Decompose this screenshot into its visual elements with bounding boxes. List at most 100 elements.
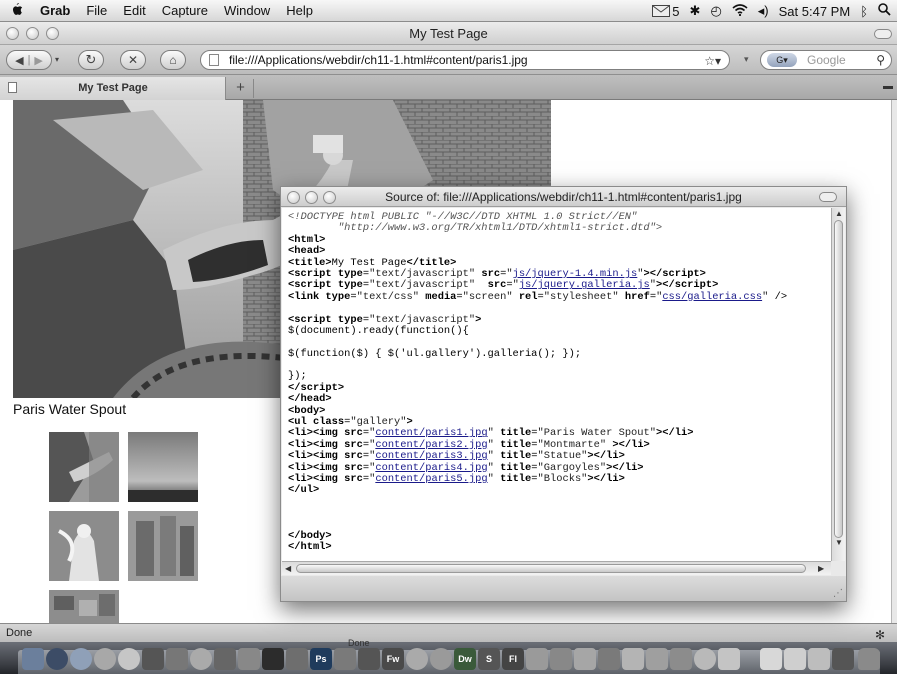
document-icon-2[interactable] <box>784 648 806 670</box>
contacts-icon[interactable] <box>430 648 452 670</box>
dropdown-icon[interactable]: ▾ <box>744 54 749 65</box>
app-icon-2[interactable] <box>574 648 596 670</box>
stop-button[interactable]: ✕ <box>120 50 146 70</box>
bookmark-star-icon[interactable]: ☆▾ <box>704 52 721 69</box>
photoshop-icon[interactable]: Ps <box>310 648 332 670</box>
reload-icon: ↻ <box>85 52 97 67</box>
history-dropdown-icon[interactable]: ▾ <box>55 55 59 64</box>
resize-grip-icon[interactable]: ⋰ <box>833 588 843 599</box>
terminal-icon[interactable] <box>262 648 284 670</box>
photo-app-icon[interactable] <box>166 648 188 670</box>
finder-icon[interactable] <box>22 648 44 670</box>
app-icon-6[interactable] <box>670 648 692 670</box>
search-field[interactable]: G▾ Google ⚲ <box>760 50 892 70</box>
screen-icon[interactable] <box>238 648 260 670</box>
url-field[interactable]: file:///Applications/webdir/ch11-1.html#… <box>200 50 730 70</box>
cursor-app-icon[interactable] <box>358 648 380 670</box>
menu-extras: 5 ✱ ◴ ◂) Sat 5:47 PM ᛒ <box>652 0 891 22</box>
source-toolbar-toggle[interactable] <box>819 192 837 202</box>
url-text: file:///Applications/webdir/ch11-1.html#… <box>229 53 528 67</box>
source-code[interactable]: <!DOCTYPE html PUBLIC "-//W3C//DTD XHTML… <box>282 208 831 561</box>
editor-icon[interactable] <box>550 648 572 670</box>
menu-bar: Grab File Edit Capture Window Help 5 ✱ ◴… <box>0 0 897 22</box>
menu-grab[interactable]: Grab <box>32 3 78 18</box>
dock-tooltip: Done <box>348 638 370 648</box>
back-forward-buttons[interactable]: ◀ | ▶ <box>6 50 52 70</box>
search-engine-icon[interactable]: G▾ <box>767 53 797 67</box>
menu-help[interactable]: Help <box>278 3 321 18</box>
menu-capture[interactable]: Capture <box>154 3 216 18</box>
menu-window[interactable]: Window <box>216 3 278 18</box>
source-vertical-scrollbar[interactable]: ▲ ▼ <box>831 208 845 561</box>
window-title: My Test Page <box>409 26 488 41</box>
view-source-window: Source of: file:///Applications/webdir/c… <box>280 186 847 602</box>
scroll-right-icon[interactable]: ▶ <box>818 564 824 573</box>
home-button[interactable]: ⌂ <box>160 50 186 70</box>
fireworks-icon[interactable]: Fw <box>382 648 404 670</box>
volume-icon[interactable]: ◂) <box>758 3 769 19</box>
scroll-down-icon[interactable]: ▼ <box>835 538 843 547</box>
thumbnail-paris4[interactable] <box>128 511 198 581</box>
window-icon-2[interactable] <box>832 648 854 670</box>
app-icon-8[interactable] <box>718 648 740 670</box>
safari-icon[interactable] <box>70 648 92 670</box>
search-icon[interactable]: ⚲ <box>876 51 885 69</box>
browser-titlebar: My Test Page <box>0 22 897 45</box>
reload-button[interactable]: ↻ <box>78 50 104 70</box>
itunes-icon[interactable] <box>94 648 116 670</box>
new-tab-button[interactable]: + <box>228 79 254 98</box>
status-bar: Done ✻ <box>0 623 897 642</box>
source-window-title: Source of: file:///Applications/webdir/c… <box>385 190 742 204</box>
toolbar-toggle-button[interactable] <box>874 29 892 39</box>
ical-icon[interactable] <box>118 648 140 670</box>
page-scrollbar[interactable] <box>891 100 897 623</box>
image-app-icon[interactable] <box>214 648 236 670</box>
snowflake-icon[interactable]: ✱ <box>690 3 701 19</box>
back-icon[interactable]: ◀ <box>15 54 23 67</box>
illustrator-icon[interactable] <box>334 648 356 670</box>
preview-icon[interactable] <box>142 648 164 670</box>
window-icon[interactable] <box>808 648 830 670</box>
bluetooth-icon[interactable]: ᛒ <box>860 4 868 19</box>
dashboard-icon[interactable] <box>46 648 68 670</box>
tab-my-test-page[interactable]: My Test Page <box>0 77 226 100</box>
home-icon: ⌂ <box>169 53 177 67</box>
system-icon[interactable] <box>190 648 212 670</box>
thumbnail-paris5[interactable] <box>49 590 119 623</box>
tab-label: My Test Page <box>78 82 148 94</box>
wifi-icon[interactable] <box>732 3 748 19</box>
source-horizontal-scrollbar[interactable]: ◀ ▶ <box>282 561 831 575</box>
chat-icon[interactable] <box>406 648 428 670</box>
app-s-icon[interactable]: S <box>478 648 500 670</box>
app-icon-4[interactable] <box>622 648 644 670</box>
scroll-left-icon[interactable]: ◀ <box>285 564 291 573</box>
trash-icon[interactable] <box>858 648 880 670</box>
mail-status[interactable]: 5 <box>652 4 680 19</box>
thumbnail-paris2[interactable] <box>128 432 198 502</box>
scroll-up-icon[interactable]: ▲ <box>835 209 843 218</box>
menu-file[interactable]: File <box>78 3 115 18</box>
source-horizontal-scroll-thumb[interactable] <box>296 564 806 573</box>
document-icon[interactable] <box>760 648 782 670</box>
source-window-titlebar[interactable]: Source of: file:///Applications/webdir/c… <box>281 187 846 207</box>
source-vertical-scroll-thumb[interactable] <box>834 220 843 538</box>
app-icon-7[interactable] <box>694 648 716 670</box>
app-icon-5[interactable] <box>646 648 668 670</box>
thumbnail-paris1[interactable] <box>49 432 119 502</box>
time-machine-icon[interactable]: ◴ <box>710 3 721 19</box>
apple-icon[interactable] <box>0 2 32 20</box>
app-icon-3[interactable] <box>598 648 620 670</box>
clock[interactable]: Sat 5:47 PM <box>779 4 851 19</box>
stop-icon: ✕ <box>127 53 139 67</box>
dreamweaver-icon[interactable]: Dw <box>454 648 476 670</box>
pen-app-icon[interactable] <box>286 648 308 670</box>
menu-edit[interactable]: Edit <box>115 3 153 18</box>
mail-icon <box>652 5 671 17</box>
tab-list-icon[interactable]: ▬ <box>883 81 893 92</box>
app-icon[interactable] <box>526 648 548 670</box>
spotlight-icon[interactable] <box>878 3 891 19</box>
forward-icon[interactable]: ▶ <box>34 54 42 67</box>
page-icon <box>209 54 219 66</box>
thumbnail-paris3[interactable] <box>49 511 119 581</box>
flash-icon[interactable]: Fl <box>502 648 524 670</box>
